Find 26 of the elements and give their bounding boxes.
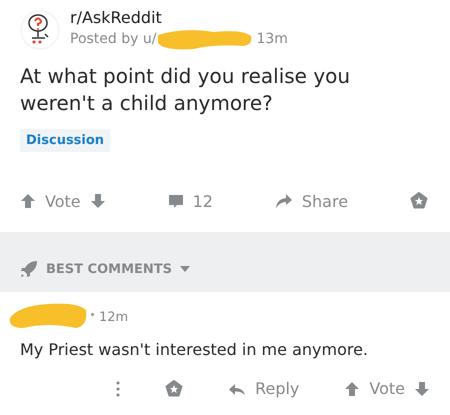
subreddit-name[interactable]: r/AskReddit xyxy=(70,8,288,27)
subreddit-avatar-icon[interactable] xyxy=(20,10,60,50)
downvote-icon[interactable] xyxy=(90,193,106,209)
downvote-icon[interactable] xyxy=(414,380,430,396)
vote-label: Vote xyxy=(369,379,405,398)
separator-dot xyxy=(91,312,94,316)
comment-text: My Priest wasn't interested in me anymore. xyxy=(20,340,370,359)
reply-button[interactable]: Reply xyxy=(228,379,300,398)
caret-icon xyxy=(180,266,190,272)
share-button[interactable]: Share xyxy=(274,192,348,210)
more-options-icon[interactable] xyxy=(116,380,120,396)
share-icon xyxy=(274,193,293,209)
sort-dropdown[interactable]: BEST COMMENTS xyxy=(20,260,190,278)
post-age: 13m xyxy=(256,31,288,47)
award-icon[interactable] xyxy=(410,192,428,210)
flair-tag[interactable]: Discussion xyxy=(20,129,110,152)
upvote-icon[interactable] xyxy=(20,193,36,209)
upvote-icon[interactable] xyxy=(344,380,360,396)
vote-label: Vote xyxy=(45,192,81,210)
comment-icon xyxy=(168,193,184,209)
rocket-icon xyxy=(20,260,38,278)
post-title[interactable]: At what point did you realise you weren't a child anymore? xyxy=(20,63,430,117)
award-icon[interactable] xyxy=(165,380,184,398)
comment-age: 12m xyxy=(99,310,128,324)
posted-by-label: Posted by u/ xyxy=(70,31,156,47)
comments-button[interactable]: 12 xyxy=(168,192,213,210)
